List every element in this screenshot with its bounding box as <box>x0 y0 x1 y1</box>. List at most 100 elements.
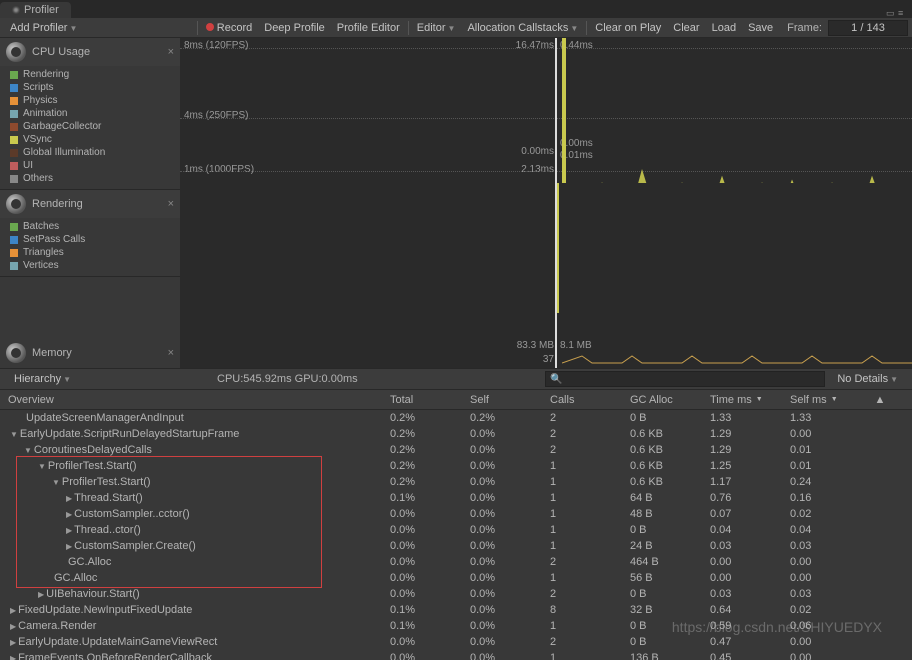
close-icon[interactable]: × <box>168 46 174 58</box>
window-controls: ▭ ≡ <box>886 8 912 18</box>
tree-row[interactable]: ▶ Thread.Start() 0.1% 0.0% 1 64 B 0.76 0… <box>0 490 912 506</box>
row-selfms: 0.24 <box>790 476 870 488</box>
save-button[interactable]: Save <box>742 20 779 36</box>
expand-icon[interactable]: ▶ <box>10 606 16 615</box>
expand-icon[interactable]: ▶ <box>66 526 72 535</box>
legend-item[interactable]: Triangles <box>10 246 176 259</box>
editor-dropdown[interactable]: Editor▼ <box>411 20 462 36</box>
color-swatch <box>10 97 18 105</box>
tree-row[interactable]: ▶ CustomSampler..cctor() 0.0% 0.0% 1 48 … <box>0 506 912 522</box>
tree-row[interactable]: UpdateScreenManagerAndInput 0.2% 0.2% 2 … <box>0 410 912 426</box>
tree-row[interactable]: ▶ UIBehaviour.Start() 0.0% 0.0% 2 0 B 0.… <box>0 586 912 602</box>
tree-row[interactable]: ▶ EarlyUpdate.UpdateMainGameViewRect 0.0… <box>0 634 912 650</box>
col-gc[interactable]: GC Alloc <box>630 394 710 406</box>
memory-module: Memory × 83.3 MB 37 8.1 MB <box>0 338 912 368</box>
tree-row[interactable]: ▼ ProfilerTest.Start() 0.2% 0.0% 1 0.6 K… <box>0 474 912 490</box>
expand-icon[interactable]: ▶ <box>66 494 72 503</box>
clear-button[interactable]: Clear <box>667 20 705 36</box>
row-total: 0.0% <box>390 636 470 648</box>
legend-item[interactable]: Animation <box>10 107 176 120</box>
row-total: 0.2% <box>390 476 470 488</box>
add-profiler-button[interactable]: Add Profiler▼ <box>4 20 83 36</box>
col-overview[interactable]: Overview <box>0 394 390 406</box>
tree-row[interactable]: ▶ Thread..ctor() 0.0% 0.0% 1 0 B 0.04 0.… <box>0 522 912 538</box>
rendering-legend: BatchesSetPass CallsTrianglesVertices <box>0 218 180 276</box>
legend-item[interactable]: Batches <box>10 220 176 233</box>
t3-label: 0.00ms <box>521 146 554 157</box>
col-scroll-up[interactable]: ▲ <box>870 394 890 406</box>
col-total[interactable]: Total <box>390 394 470 406</box>
legend-item[interactable]: VSync <box>10 133 176 146</box>
expand-icon[interactable]: ▶ <box>38 590 44 599</box>
row-name: FixedUpdate.NewInputFixedUpdate <box>18 604 192 616</box>
legend-item[interactable]: GarbageCollector <box>10 120 176 133</box>
search-input[interactable]: 🔍 <box>545 371 825 387</box>
cpu-gpu-time: CPU:545.92ms GPU:0.00ms <box>217 373 358 385</box>
tree-row[interactable]: ▶ FixedUpdate.NewInputFixedUpdate 0.1% 0… <box>0 602 912 618</box>
tree-row[interactable]: ▶ CustomSampler.Create() 0.0% 0.0% 1 24 … <box>0 538 912 554</box>
legend-item[interactable]: Scripts <box>10 81 176 94</box>
col-calls[interactable]: Calls <box>550 394 630 406</box>
row-self: 0.2% <box>470 412 550 424</box>
row-calls: 2 <box>550 444 630 456</box>
tree-body[interactable]: https://blog.csdn.net/SHIYUEDYX UpdateSc… <box>0 410 912 660</box>
close-icon[interactable]: × <box>168 347 174 359</box>
legend-item[interactable]: Rendering <box>10 68 176 81</box>
allocation-callstacks-dropdown[interactable]: Allocation Callstacks▼ <box>461 20 584 36</box>
tree-row[interactable]: GC.Alloc 0.0% 0.0% 1 56 B 0.00 0.00 <box>0 570 912 586</box>
legend-item[interactable]: Vertices <box>10 259 176 272</box>
row-calls: 2 <box>550 588 630 600</box>
expand-icon[interactable]: ▶ <box>10 622 16 631</box>
row-selfms: 0.04 <box>790 524 870 536</box>
row-self: 0.0% <box>470 572 550 584</box>
tree-row[interactable]: ▼ ProfilerTest.Start() 0.2% 0.0% 1 0.6 K… <box>0 458 912 474</box>
tree-row[interactable]: ▶ Camera.Render 0.1% 0.0% 1 0 B 0.59 0.0… <box>0 618 912 634</box>
record-button[interactable]: Record <box>200 20 258 36</box>
profiler-tab[interactable]: Profiler <box>0 2 71 18</box>
row-time: 0.59 <box>710 620 790 632</box>
tree-row[interactable]: ▼ CoroutinesDelayedCalls 0.2% 0.0% 2 0.6… <box>0 442 912 458</box>
expand-icon[interactable]: ▶ <box>10 654 16 660</box>
legend-item[interactable]: Others <box>10 172 176 185</box>
legend-item[interactable]: SetPass Calls <box>10 233 176 246</box>
expand-icon[interactable]: ▶ <box>66 542 72 551</box>
row-name: UpdateScreenManagerAndInput <box>26 412 184 424</box>
col-time[interactable]: Time ms▼ <box>710 394 790 406</box>
row-gc: 0.6 KB <box>630 444 710 456</box>
expand-icon[interactable]: ▶ <box>10 638 16 647</box>
rendering-title: Rendering <box>32 198 83 210</box>
close-icon[interactable]: × <box>168 198 174 210</box>
hierarchy-dropdown[interactable]: Hierarchy▼ <box>8 371 77 387</box>
no-details-dropdown[interactable]: No Details▼ <box>831 371 904 387</box>
rendering-module-header[interactable]: Rendering × <box>0 190 180 218</box>
frame-input[interactable]: 1 / 143 <box>828 20 908 36</box>
tree-row[interactable]: ▼ EarlyUpdate.ScriptRunDelayedStartupFra… <box>0 426 912 442</box>
color-swatch <box>10 123 18 131</box>
profile-editor-button[interactable]: Profile Editor <box>331 20 406 36</box>
legend-item[interactable]: UI <box>10 159 176 172</box>
deep-profile-button[interactable]: Deep Profile <box>258 20 331 36</box>
memory-graph[interactable]: 83.3 MB 37 8.1 MB <box>180 338 912 368</box>
legend-item[interactable]: Global Illumination <box>10 146 176 159</box>
cpu-module-header[interactable]: CPU Usage × <box>0 38 180 66</box>
legend-item[interactable]: Physics <box>10 94 176 107</box>
expand-icon[interactable]: ▼ <box>24 446 32 455</box>
row-selfms: 0.02 <box>790 508 870 520</box>
frame-label: Frame: <box>787 22 822 34</box>
row-self: 0.0% <box>470 524 550 536</box>
expand-icon[interactable]: ▼ <box>52 478 60 487</box>
window-minimize-icon[interactable]: ▭ <box>886 8 896 18</box>
sort-icon: ▼ <box>831 396 838 403</box>
window-menu-icon[interactable]: ≡ <box>898 8 908 18</box>
clear-on-play-button[interactable]: Clear on Play <box>589 20 667 36</box>
col-self[interactable]: Self <box>470 394 550 406</box>
load-button[interactable]: Load <box>706 20 742 36</box>
expand-icon[interactable]: ▼ <box>38 462 46 471</box>
row-time: 0.07 <box>710 508 790 520</box>
tree-row[interactable]: GC.Alloc 0.0% 0.0% 2 464 B 0.00 0.00 <box>0 554 912 570</box>
expand-icon[interactable]: ▼ <box>10 430 18 439</box>
col-selfms[interactable]: Self ms▼ <box>790 394 870 406</box>
rendering-module: Rendering × BatchesSetPass CallsTriangle… <box>0 190 180 277</box>
cpu-graph[interactable]: 8ms (120FPS) 4ms (250FPS) 1ms (1000FPS) … <box>180 38 912 338</box>
expand-icon[interactable]: ▶ <box>66 510 72 519</box>
